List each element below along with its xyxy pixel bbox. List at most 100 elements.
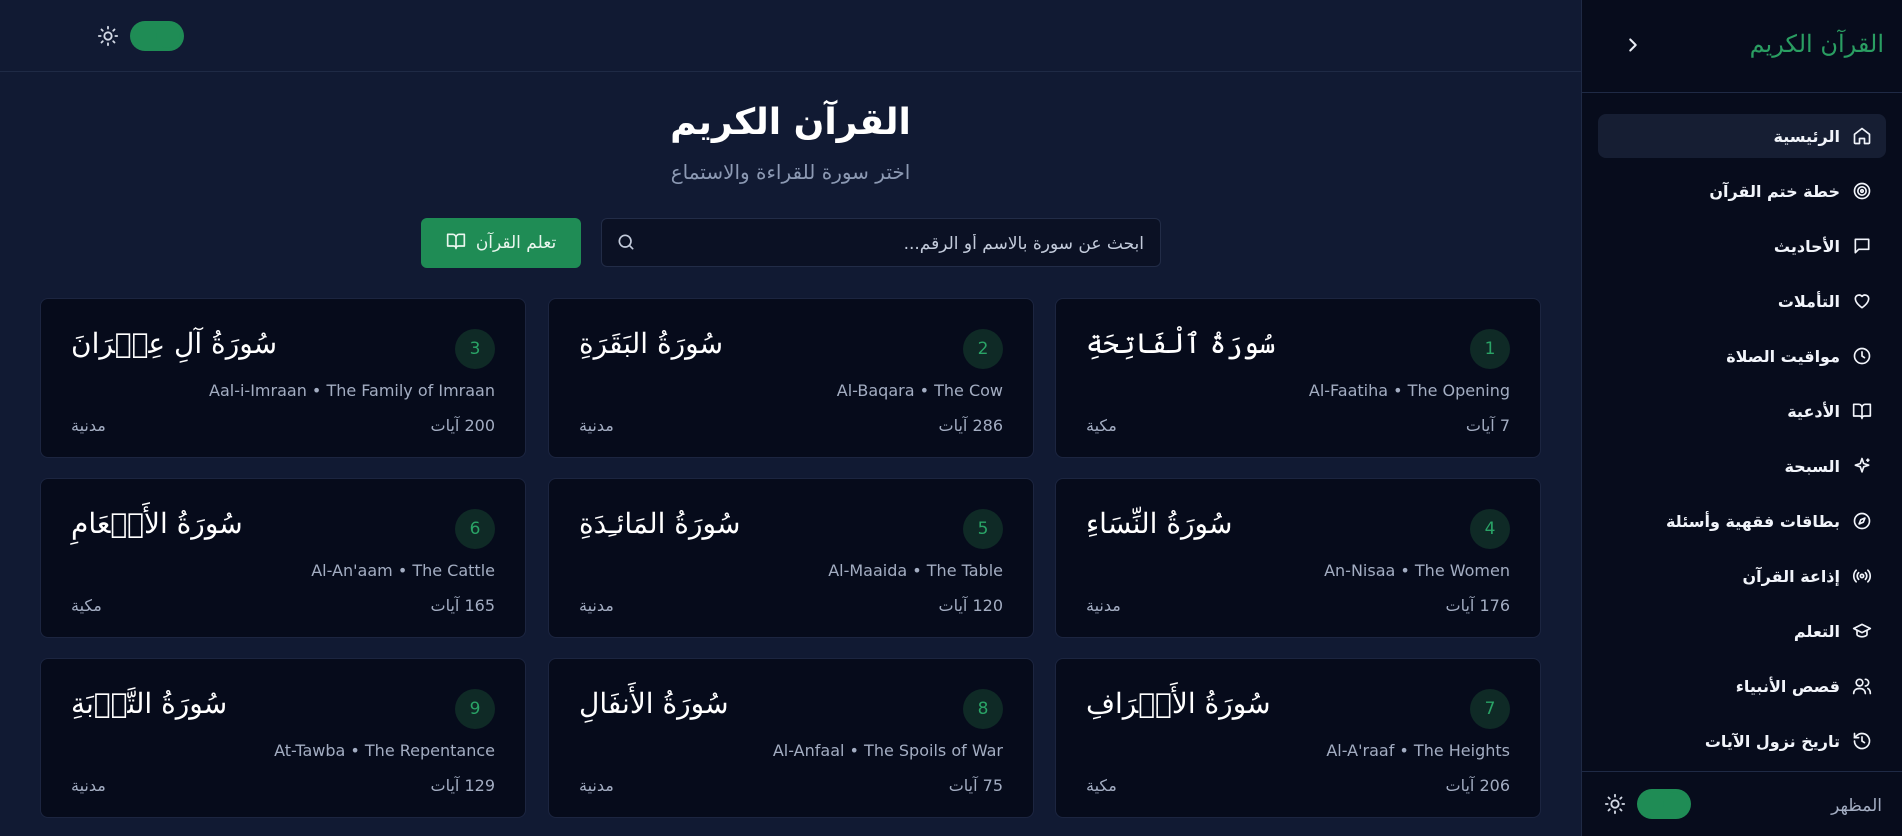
surah-card[interactable]: 9 سُورَةُ التَّوۡبَةِ At-Tawba • The Rep… xyxy=(40,658,526,818)
sidebar-item-label: التأملات xyxy=(1777,291,1840,311)
sidebar-item-hadith[interactable]: الأحاديث xyxy=(1598,224,1886,268)
sidebar-item-home[interactable]: الرئيسية xyxy=(1598,114,1886,158)
surah-arabic-name: سُورَةُ النِّسَاءِ xyxy=(1086,507,1233,540)
compass-icon xyxy=(1852,511,1872,531)
surah-ayat-count: 129 آيات xyxy=(430,776,495,795)
surah-arabic-name: سُورَةُ الأَنۡعَامِ xyxy=(71,507,243,540)
surah-revelation-type: مدنية xyxy=(71,416,106,435)
search-icon xyxy=(616,232,636,252)
sidebar-theme-toggle[interactable] xyxy=(1637,789,1691,819)
top-bar xyxy=(0,0,1581,72)
surah-transliteration: Aal-i-Imraan • The Family of Imraan xyxy=(209,381,495,400)
sidebar-item-label: خطة ختم القرآن xyxy=(1709,181,1840,201)
sidebar-item-prayer-times[interactable]: مواقيت الصلاة xyxy=(1598,334,1886,378)
surah-transliteration: Al-Faatiha • The Opening xyxy=(1308,381,1510,400)
surah-transliteration: Al-Baqara • The Cow xyxy=(836,381,1003,400)
surah-number: 4 xyxy=(1470,509,1510,549)
surah-revelation-type: مكية xyxy=(1086,416,1117,435)
target-icon xyxy=(1852,181,1872,201)
search-input[interactable] xyxy=(652,219,1146,268)
surah-card[interactable]: 6 سُورَةُ الأَنۡعَامِ Al-An'aam • The Ca… xyxy=(40,478,526,638)
sidebar-item-tasbih[interactable]: السبحة xyxy=(1598,444,1886,488)
sidebar-item-reflections[interactable]: التأملات xyxy=(1598,279,1886,323)
theme-control xyxy=(96,21,184,51)
appearance-label: المظهر xyxy=(1831,796,1882,816)
book-open-icon xyxy=(446,231,466,256)
surah-revelation-type: مدنية xyxy=(71,776,106,795)
surah-ayat-count: 206 آيات xyxy=(1445,776,1510,795)
surah-revelation-type: مدنية xyxy=(579,596,614,615)
surah-card[interactable]: 5 سُورَةُ المَائـِدَةِ Al-Maaida • The T… xyxy=(548,478,1034,638)
sidebar-item-fiqh-cards[interactable]: بطاقات فقهية وأسئلة xyxy=(1598,499,1886,543)
surah-revelation-type: مدنية xyxy=(579,776,614,795)
surah-revelation-type: مدنية xyxy=(1086,596,1121,615)
surah-ayat-count: 75 آيات xyxy=(948,776,1003,795)
history-icon xyxy=(1852,731,1872,751)
surah-card[interactable]: 2 سُورَةُ البَقَرَةِ Al-Baqara • The Cow… xyxy=(548,298,1034,458)
surah-arabic-name: سُورَةُ ٱلْفَاتِحَةِ xyxy=(1086,327,1276,360)
sidebar-item-quran-radio[interactable]: إذاعة القرآن xyxy=(1598,554,1886,598)
sun-icon[interactable] xyxy=(1603,792,1627,816)
surah-card[interactable]: 1 سُورَةُ ٱلْفَاتِحَةِ Al-Faatiha • The … xyxy=(1055,298,1541,458)
surah-number: 2 xyxy=(963,329,1003,369)
sun-icon[interactable] xyxy=(96,24,120,48)
graduation-cap-icon xyxy=(1852,621,1872,641)
surah-number: 3 xyxy=(455,329,495,369)
page-title: القرآن الكريم xyxy=(670,102,911,143)
sidebar-item-label: إذاعة القرآن xyxy=(1742,566,1840,586)
surah-number: 5 xyxy=(963,509,1003,549)
main-area: القرآن الكريم اختر سورة للقراءة والاستما… xyxy=(0,0,1581,836)
surah-ayat-count: 165 آيات xyxy=(430,596,495,615)
message-icon xyxy=(1852,236,1872,256)
surah-transliteration: Al-An'aam • The Cattle xyxy=(311,561,495,580)
surah-revelation-type: مكية xyxy=(1086,776,1117,795)
surah-card[interactable]: 7 سُورَةُ الأَعۡرَافِ Al-A'raaf • The He… xyxy=(1055,658,1541,818)
surah-card[interactable]: 4 سُورَةُ النِّسَاءِ An-Nisaa • The Wome… xyxy=(1055,478,1541,638)
radio-icon xyxy=(1852,566,1872,586)
sidebar-item-prophet-stories[interactable]: قصص الأنبياء xyxy=(1598,664,1886,708)
surah-transliteration: Al-Maaida • The Table xyxy=(828,561,1003,580)
sidebar-item-label: السبحة xyxy=(1784,456,1840,476)
sidebar-item-label: الأدعية xyxy=(1787,401,1840,421)
home-icon xyxy=(1852,126,1872,146)
surah-ayat-count: 7 آيات xyxy=(1465,416,1510,435)
clock-icon xyxy=(1852,346,1872,366)
surah-card[interactable]: 3 سُورَةُ آلِ عِمۡرَانَ Aal-i-Imraan • T… xyxy=(40,298,526,458)
surah-ayat-count: 176 آيات xyxy=(1445,596,1510,615)
surah-transliteration: Al-Anfaal • The Spoils of War xyxy=(772,741,1003,760)
surah-card[interactable]: 8 سُورَةُ الأَنفَالِ Al-Anfaal • The Spo… xyxy=(548,658,1034,818)
surah-revelation-type: مكية xyxy=(71,596,102,615)
chevron-right-icon[interactable] xyxy=(1622,34,1644,56)
sidebar-header: القرآن الكريم xyxy=(1582,0,1902,93)
theme-toggle[interactable] xyxy=(130,21,184,51)
users-icon xyxy=(1852,676,1872,696)
surah-transliteration: Al-A'raaf • The Heights xyxy=(1326,741,1510,760)
sidebar-item-duas[interactable]: الأدعية xyxy=(1598,389,1886,433)
sidebar-item-label: التعلم xyxy=(1793,621,1840,641)
heart-icon xyxy=(1852,291,1872,311)
learn-quran-button[interactable]: تعلم القرآن xyxy=(421,218,581,268)
surah-number: 8 xyxy=(963,689,1003,729)
sidebar-footer: المظهر xyxy=(1582,771,1902,836)
surah-arabic-name: سُورَةُ البَقَرَةِ xyxy=(579,327,724,360)
surah-arabic-name: سُورَةُ الأَنفَالِ xyxy=(579,687,729,720)
sidebar-item-learning[interactable]: التعلم xyxy=(1598,609,1886,653)
surah-number: 6 xyxy=(455,509,495,549)
sidebar-theme-control xyxy=(1603,789,1691,819)
sidebar-item-label: الأحاديث xyxy=(1773,236,1840,256)
book-open-icon xyxy=(1852,401,1872,421)
surah-transliteration: An-Nisaa • The Women xyxy=(1324,561,1510,580)
surah-number: 9 xyxy=(455,689,495,729)
learn-quran-button-label: تعلم القرآن xyxy=(475,233,557,253)
surah-arabic-name: سُورَةُ آلِ عِمۡرَانَ xyxy=(71,327,278,360)
surah-ayat-count: 286 آيات xyxy=(938,416,1003,435)
surah-ayat-count: 120 آيات xyxy=(938,596,1003,615)
sidebar-item-khatm-plan[interactable]: خطة ختم القرآن xyxy=(1598,169,1886,213)
sidebar-item-label: مواقيت الصلاة xyxy=(1726,346,1840,366)
sidebar-item-revelation-history[interactable]: تاريخ نزول الآيات xyxy=(1598,719,1886,763)
sparkles-icon xyxy=(1852,456,1872,476)
sidebar-item-label: الرئيسية xyxy=(1773,126,1841,146)
surah-number: 7 xyxy=(1470,689,1510,729)
sidebar-logo[interactable]: القرآن الكريم xyxy=(1750,30,1884,58)
sidebar-item-label: بطاقات فقهية وأسئلة xyxy=(1665,511,1840,531)
